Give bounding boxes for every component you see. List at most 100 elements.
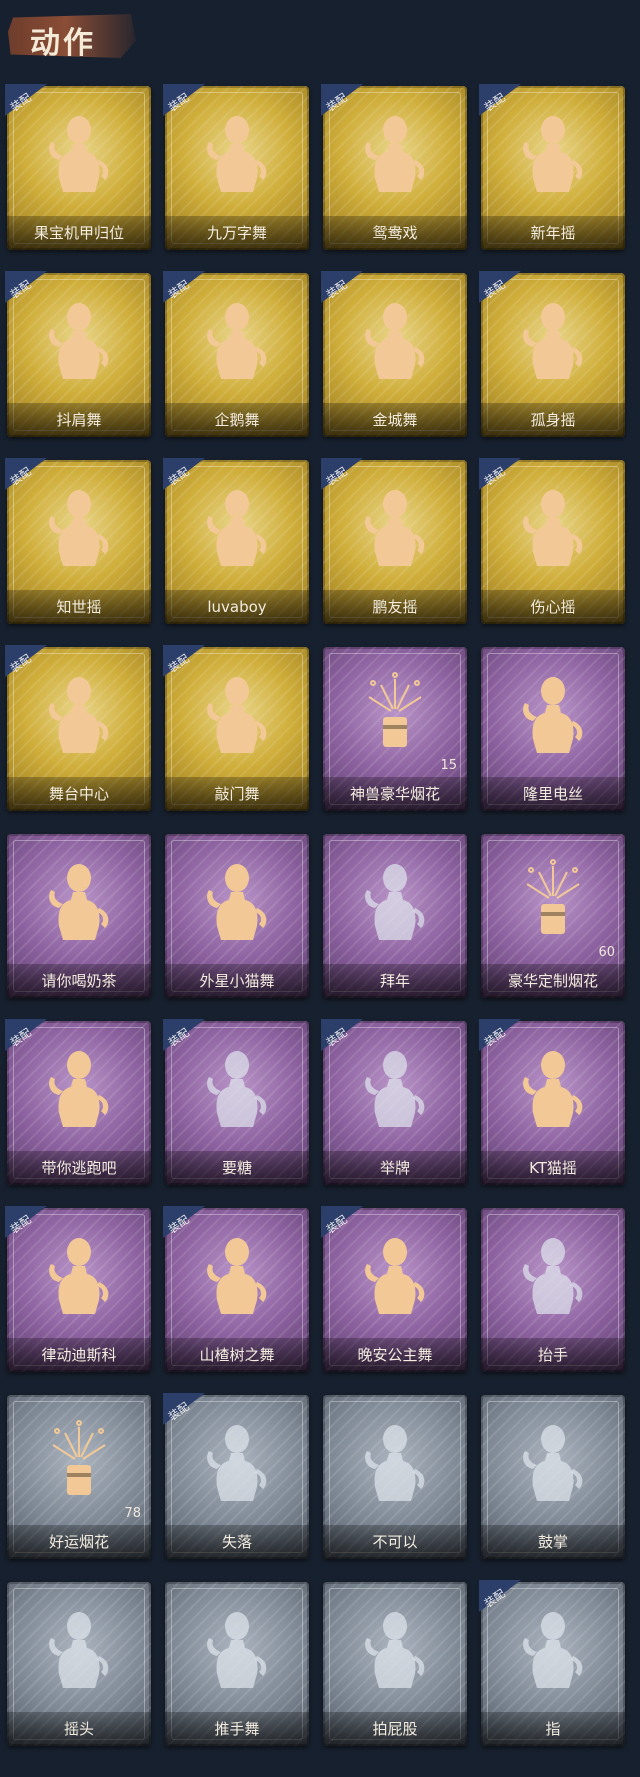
emote-card[interactable]: 装配 luvaboy (163, 458, 309, 624)
emote-name: 拍屁股 (323, 1712, 467, 1746)
emote-card[interactable]: 装配 抖肩舞 (5, 271, 151, 437)
emote-card[interactable]: 拜年 (323, 834, 467, 998)
emote-name: 指 (481, 1712, 625, 1746)
emote-figure-icon (197, 1604, 277, 1692)
equipped-badge: 装配 (5, 271, 47, 303)
emote-card[interactable]: 装配指 (479, 1580, 625, 1746)
emote-name: 孤身摇 (481, 403, 625, 437)
item-count: 15 (440, 758, 457, 773)
emote-card[interactable]: 装配 鸳鸯戏 (321, 84, 467, 250)
firework-icon (513, 856, 593, 944)
emote-name: 神兽豪华烟花 (323, 777, 467, 811)
emote-card[interactable]: 装配 要糖 (163, 1019, 309, 1185)
emote-card[interactable]: 装配 孤身摇 (479, 271, 625, 437)
emote-figure-icon (39, 482, 119, 570)
equipped-badge: 装配 (479, 1580, 521, 1612)
emote-name: 推手舞 (165, 1712, 309, 1746)
emote-name: 要糖 (165, 1151, 309, 1185)
emote-card[interactable]: 装配 失落 (163, 1393, 309, 1559)
emote-name: 豪华定制烟花 (481, 964, 625, 998)
emote-figure-icon (513, 1604, 593, 1692)
emote-card[interactable]: 装配 带你逃跑吧 (5, 1019, 151, 1185)
emote-name: luvaboy (165, 590, 309, 624)
emote-card[interactable]: 装配 舞台中心 (5, 645, 151, 811)
emote-card[interactable]: 隆里电丝 (481, 647, 625, 811)
emote-name: 知世摇 (7, 590, 151, 624)
emote-card[interactable]: 60 豪华定制烟花 (481, 834, 625, 998)
emote-card[interactable]: 不可以 (323, 1395, 467, 1559)
emote-figure-icon (197, 856, 277, 944)
emote-card[interactable]: 外星小猫舞 (165, 834, 309, 998)
emote-figure-icon (355, 295, 435, 383)
section-title: 动作 (30, 26, 96, 61)
emote-name: 金城舞 (323, 403, 467, 437)
emote-card[interactable]: 装配 敲门舞 (163, 645, 309, 811)
emote-name: 抖肩舞 (7, 403, 151, 437)
emote-card[interactable]: 装配 晚安公主舞 (321, 1206, 467, 1372)
equipped-badge: 装配 (479, 271, 521, 303)
emote-card[interactable]: 拍屁股 (323, 1582, 467, 1746)
emote-name: 鹏友摇 (323, 590, 467, 624)
equipped-badge: 装配 (321, 271, 363, 303)
equipped-badge: 装配 (5, 645, 47, 677)
emote-figure-icon (39, 295, 119, 383)
equipped-badge: 装配 (163, 271, 205, 303)
emote-name: 山楂树之舞 (165, 1338, 309, 1372)
emote-card[interactable]: 装配 鹏友摇 (321, 458, 467, 624)
emote-figure-icon (513, 1043, 593, 1131)
emote-name: 抬手 (481, 1338, 625, 1372)
emote-name: 不可以 (323, 1525, 467, 1559)
emote-figure-icon (197, 1043, 277, 1131)
emote-figure-icon (39, 108, 119, 196)
emote-figure-icon (355, 856, 435, 944)
equipped-badge: 装配 (163, 458, 205, 490)
emote-figure-icon (355, 108, 435, 196)
emote-card[interactable]: 装配 九万字舞 (163, 84, 309, 250)
emote-name: KT猫摇 (481, 1151, 625, 1185)
emote-card[interactable]: 装配 律动迪斯科 (5, 1206, 151, 1372)
emote-card[interactable]: 78 好运烟花 (7, 1395, 151, 1559)
emote-figure-icon (197, 1230, 277, 1318)
emote-figure-icon (39, 1230, 119, 1318)
emote-card[interactable]: 装配 KT猫摇 (479, 1019, 625, 1185)
equipped-badge: 装配 (163, 645, 205, 677)
emote-figure-icon (355, 1417, 435, 1505)
emote-name: 律动迪斯科 (7, 1338, 151, 1372)
emote-figure-icon (513, 1417, 593, 1505)
emote-name: 敲门舞 (165, 777, 309, 811)
emote-name: 伤心摇 (481, 590, 625, 624)
emote-name: 摇头 (7, 1712, 151, 1746)
equipped-badge: 装配 (321, 1206, 363, 1238)
emote-name: 企鹅舞 (165, 403, 309, 437)
emote-figure-icon (39, 1604, 119, 1692)
emote-figure-icon (197, 295, 277, 383)
emote-card[interactable]: 装配 举牌 (321, 1019, 467, 1185)
equipped-badge: 装配 (479, 1019, 521, 1051)
emote-card[interactable]: 摇头 (7, 1582, 151, 1746)
emote-card[interactable]: 装配 山楂树之舞 (163, 1206, 309, 1372)
emote-figure-icon (197, 482, 277, 570)
emote-card[interactable]: 装配 企鹅舞 (163, 271, 309, 437)
emote-card[interactable]: 装配 知世摇 (5, 458, 151, 624)
emote-card[interactable]: 装配 金城舞 (321, 271, 467, 437)
emote-card[interactable]: 装配 果宝机甲归位 (5, 84, 151, 250)
firework-icon (355, 669, 435, 757)
equipped-badge: 装配 (321, 84, 363, 116)
emote-card[interactable]: 装配 伤心摇 (479, 458, 625, 624)
equipped-badge: 装配 (5, 1019, 47, 1051)
emote-name: 鼓掌 (481, 1525, 625, 1559)
equipped-badge: 装配 (163, 1019, 205, 1051)
emote-card[interactable]: 抬手 (481, 1208, 625, 1372)
equipped-badge: 装配 (163, 1206, 205, 1238)
emote-card[interactable]: 推手舞 (165, 1582, 309, 1746)
emote-figure-icon (355, 482, 435, 570)
emote-figure-icon (39, 669, 119, 757)
emote-figure-icon (513, 295, 593, 383)
firework-icon (39, 1417, 119, 1505)
emote-figure-icon (355, 1043, 435, 1131)
emote-card[interactable]: 15 神兽豪华烟花 (323, 647, 467, 811)
emote-card[interactable]: 请你喝奶茶 (7, 834, 151, 998)
emote-card[interactable]: 鼓掌 (481, 1395, 625, 1559)
emote-card[interactable]: 装配 新年摇 (479, 84, 625, 250)
emote-grid: 装配 果宝机甲归位 装配 九万字舞 装配 鸳鸯戏 装配 新年摇 装配 抖肩舞 装配 企鹅舞 装配 金城舞装… (5, 84, 627, 1746)
